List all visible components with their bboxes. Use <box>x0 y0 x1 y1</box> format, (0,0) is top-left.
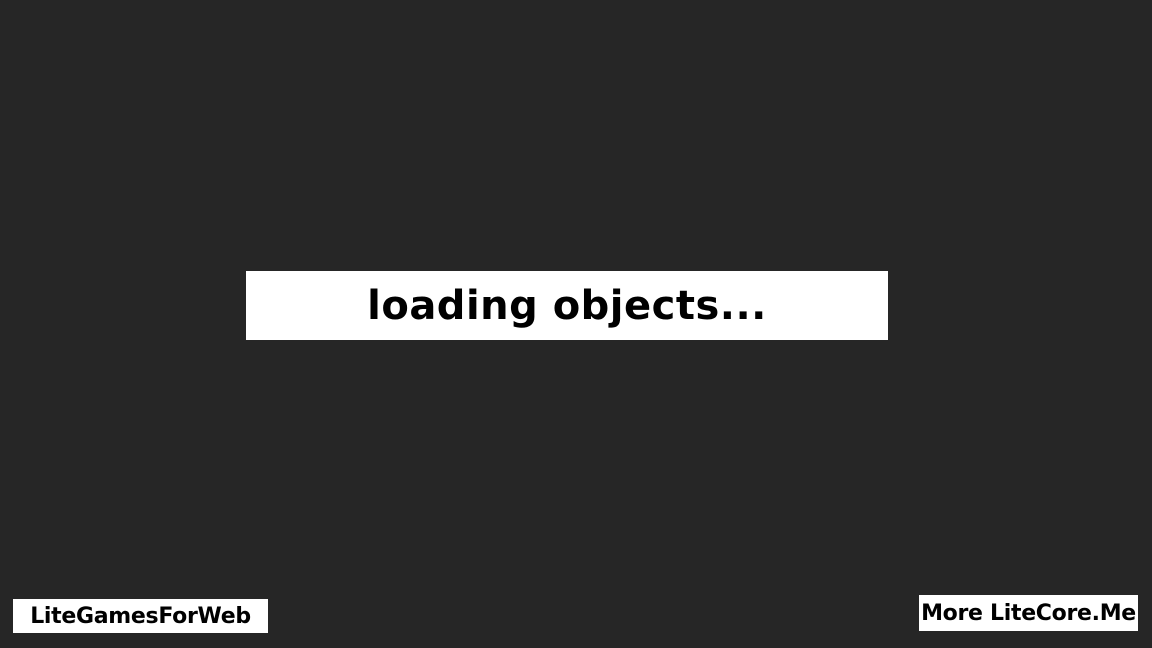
loading-status-text: loading objects... <box>367 282 767 329</box>
litegamesforweb-link[interactable]: LiteGamesForWeb <box>13 599 268 633</box>
loading-panel: loading objects... <box>246 271 888 340</box>
game-canvas: loading objects... LiteGamesForWeb More … <box>0 0 1152 648</box>
more-litecore-link[interactable]: More LiteCore.Me <box>919 595 1138 631</box>
